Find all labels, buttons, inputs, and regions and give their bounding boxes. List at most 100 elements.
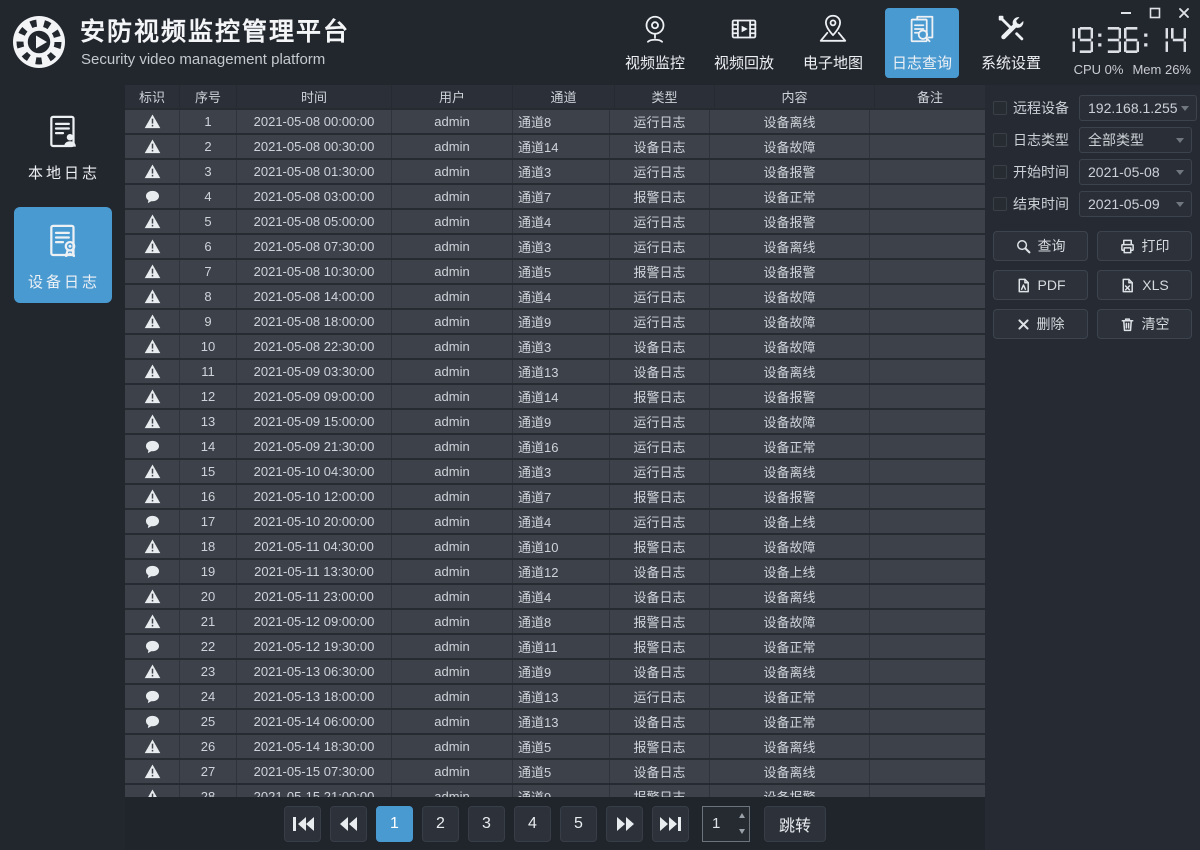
next-page-button[interactable] <box>606 806 643 842</box>
cell-type: 报警日志 <box>610 535 710 558</box>
page-button-2[interactable]: 2 <box>422 806 459 842</box>
table-row[interactable]: 102021-05-08 22:30:00admin通道3设备日志设备故障 <box>125 335 985 360</box>
cell-remark <box>870 610 980 633</box>
table-row[interactable]: 12021-05-08 00:00:00admin通道8运行日志设备离线 <box>125 110 985 135</box>
table-row[interactable]: 52021-05-08 05:00:00admin通道4运行日志设备报警 <box>125 210 985 235</box>
prev-page-button[interactable] <box>330 806 367 842</box>
cell-no: 27 <box>180 760 237 783</box>
table-row[interactable]: 182021-05-11 04:30:00admin通道10报警日志设备故障 <box>125 535 985 560</box>
xls-export-button[interactable]: XLS <box>1097 270 1192 300</box>
cell-channel: 通道7 <box>513 185 610 208</box>
remote-device-select[interactable]: 192.168.1.255 <box>1079 95 1197 121</box>
page-title: 安防视频监控管理平台 <box>80 12 350 48</box>
cell-user: admin <box>392 510 513 533</box>
table-row[interactable]: 202021-05-11 23:00:00admin通道4设备日志设备离线 <box>125 585 985 610</box>
table-row[interactable]: 32021-05-08 01:30:00admin通道3运行日志设备报警 <box>125 160 985 185</box>
warning-icon <box>144 489 161 504</box>
warning-icon <box>144 364 161 379</box>
cell-user: admin <box>392 785 513 797</box>
cell-channel: 通道3 <box>513 160 610 183</box>
cell-channel: 通道13 <box>513 360 610 383</box>
nav-video-monitor[interactable]: 视频监控 <box>618 8 692 78</box>
query-button[interactable]: 查询 <box>993 231 1088 261</box>
end-time-select[interactable]: 2021-05-09 <box>1079 191 1192 217</box>
table-row[interactable]: 232021-05-13 06:30:00admin通道9设备日志设备离线 <box>125 660 985 685</box>
cell-remark <box>870 535 980 558</box>
log-type-select[interactable]: 全部类型 <box>1079 127 1192 153</box>
nav-video-playback[interactable]: 视频回放 <box>707 8 781 78</box>
nav-electronic-map[interactable]: 电子地图 <box>796 8 870 78</box>
first-page-icon <box>290 814 316 834</box>
table-row[interactable]: 142021-05-09 21:30:00admin通道16运行日志设备正常 <box>125 435 985 460</box>
table-row[interactable]: 92021-05-08 18:00:00admin通道9运行日志设备故障 <box>125 310 985 335</box>
table-row[interactable]: 152021-05-10 04:30:00admin通道3运行日志设备离线 <box>125 460 985 485</box>
table-row[interactable]: 172021-05-10 20:00:00admin通道4运行日志设备上线 <box>125 510 985 535</box>
cell-remark <box>870 735 980 758</box>
nav-log-query[interactable]: 日志查询 <box>885 8 959 78</box>
table-row[interactable]: 262021-05-14 18:30:00admin通道5报警日志设备离线 <box>125 735 985 760</box>
delete-button[interactable]: 删除 <box>993 309 1088 339</box>
jump-button[interactable]: 跳转 <box>764 806 826 842</box>
app-header: 安防视频监控管理平台 Security video management pla… <box>0 0 1200 85</box>
nav-system-settings[interactable]: 系统设置 <box>974 8 1048 78</box>
cell-time: 2021-05-08 22:30:00 <box>237 335 392 358</box>
cell-no: 23 <box>180 660 237 683</box>
table-row[interactable]: 222021-05-12 19:30:00admin通道11报警日志设备正常 <box>125 635 985 660</box>
close-button[interactable] <box>1178 7 1190 19</box>
sidebar-item-device-log[interactable]: 设备日志 <box>14 207 112 303</box>
page-button-1[interactable]: 1 <box>376 806 413 842</box>
remote-device-checkbox[interactable] <box>993 101 1007 115</box>
table-row[interactable]: 112021-05-09 03:30:00admin通道13设备日志设备离线 <box>125 360 985 385</box>
window-controls <box>1120 6 1190 20</box>
cell-user: admin <box>392 185 513 208</box>
cell-icon <box>125 685 180 708</box>
cell-channel: 通道9 <box>513 785 610 797</box>
table-row[interactable]: 272021-05-15 07:30:00admin通道5设备日志设备离线 <box>125 760 985 785</box>
table-row[interactable]: 192021-05-11 13:30:00admin通道12设备日志设备上线 <box>125 560 985 585</box>
cell-icon <box>125 660 180 683</box>
cell-no: 5 <box>180 210 237 233</box>
table-row[interactable]: 22021-05-08 00:30:00admin通道14设备日志设备故障 <box>125 135 985 160</box>
cell-icon <box>125 510 180 533</box>
cell-content: 设备上线 <box>710 510 870 533</box>
sidebar-item-local-log[interactable]: 本地日志 <box>14 98 112 194</box>
table-row[interactable]: 82021-05-08 14:00:00admin通道4运行日志设备故障 <box>125 285 985 310</box>
warning-icon <box>144 614 161 629</box>
table-row[interactable]: 162021-05-10 12:00:00admin通道7报警日志设备报警 <box>125 485 985 510</box>
cell-no: 24 <box>180 685 237 708</box>
cell-type: 报警日志 <box>610 785 710 797</box>
cell-icon <box>125 460 180 483</box>
page-button-3[interactable]: 3 <box>468 806 505 842</box>
page-button-5[interactable]: 5 <box>560 806 597 842</box>
cell-channel: 通道9 <box>513 310 610 333</box>
spinner-up-icon[interactable] <box>735 807 749 824</box>
end-time-checkbox[interactable] <box>993 197 1007 211</box>
table-row[interactable]: 242021-05-13 18:00:00admin通道13运行日志设备正常 <box>125 685 985 710</box>
table-row[interactable]: 212021-05-12 09:00:00admin通道8报警日志设备故障 <box>125 610 985 635</box>
table-row[interactable]: 122021-05-09 09:00:00admin通道14报警日志设备报警 <box>125 385 985 410</box>
maximize-button[interactable] <box>1149 7 1161 19</box>
first-page-button[interactable] <box>284 806 321 842</box>
table-row[interactable]: 282021-05-15 21:00:00admin通道9报警日志设备报警 <box>125 785 985 797</box>
start-time-select[interactable]: 2021-05-08 <box>1079 159 1192 185</box>
cell-icon <box>125 535 180 558</box>
print-button[interactable]: 打印 <box>1097 231 1192 261</box>
pdf-export-button[interactable]: PDF <box>993 270 1088 300</box>
log-type-checkbox[interactable] <box>993 133 1007 147</box>
page-button-4[interactable]: 4 <box>514 806 551 842</box>
cell-channel: 通道4 <box>513 210 610 233</box>
cell-user: admin <box>392 135 513 158</box>
table-row[interactable]: 132021-05-09 15:00:00admin通道9运行日志设备故障 <box>125 410 985 435</box>
table-row[interactable]: 72021-05-08 10:30:00admin通道5报警日志设备报警 <box>125 260 985 285</box>
last-page-button[interactable] <box>652 806 689 842</box>
cell-type: 设备日志 <box>610 360 710 383</box>
table-row[interactable]: 42021-05-08 03:00:00admin通道7报警日志设备正常 <box>125 185 985 210</box>
page-jump-input[interactable]: 1 <box>702 806 750 842</box>
start-time-checkbox[interactable] <box>993 165 1007 179</box>
clear-button[interactable]: 清空 <box>1097 309 1192 339</box>
table-row[interactable]: 252021-05-14 06:00:00admin通道13设备日志设备正常 <box>125 710 985 735</box>
table-row[interactable]: 62021-05-08 07:30:00admin通道3运行日志设备离线 <box>125 235 985 260</box>
minimize-button[interactable] <box>1120 7 1132 19</box>
spinner-down-icon[interactable] <box>735 824 749 841</box>
cell-time: 2021-05-09 21:30:00 <box>237 435 392 458</box>
